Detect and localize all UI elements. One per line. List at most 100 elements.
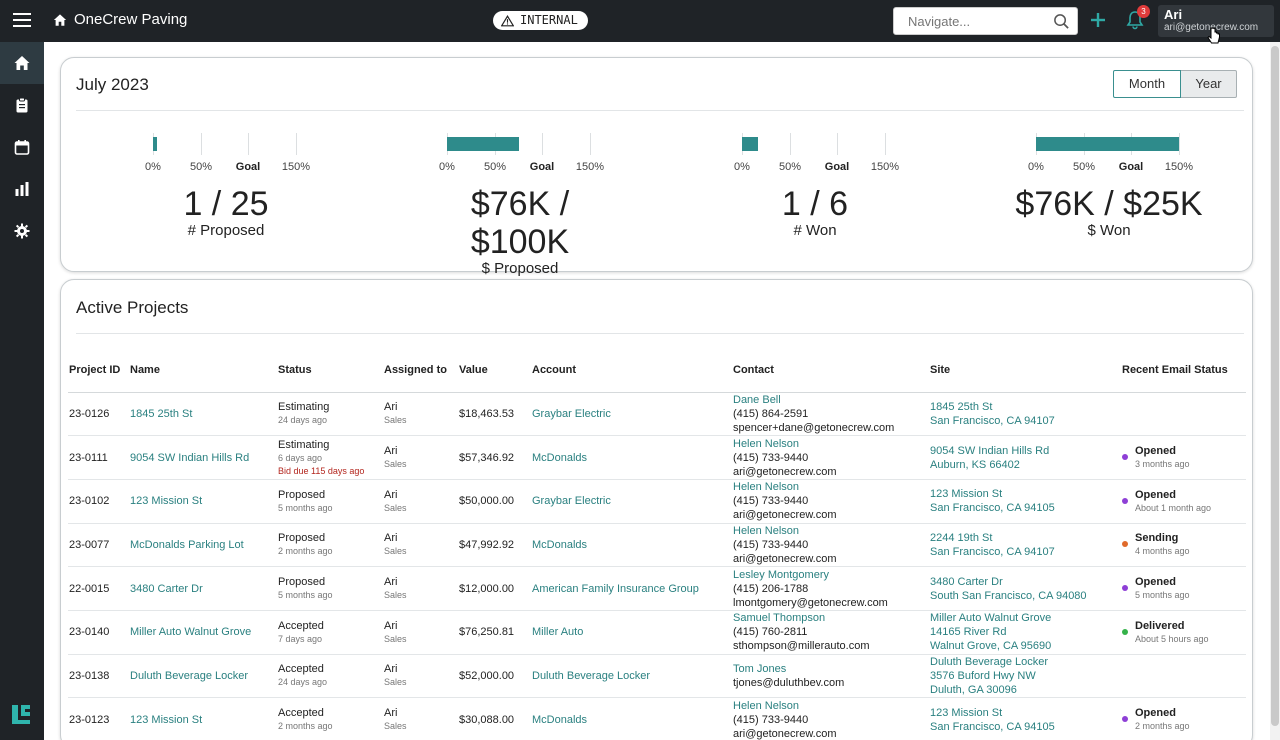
status-cell: Proposed 5 months ago [277, 566, 383, 611]
email-status-timestamp: 4 months ago [1135, 546, 1190, 557]
site-address-line[interactable]: Duluth Beverage Locker [930, 655, 1121, 669]
site-address-line[interactable]: 1845 25th St [930, 400, 1121, 414]
email-status-timestamp: About 1 month ago [1135, 502, 1212, 513]
add-icon[interactable] [1089, 11, 1107, 29]
status-label: Estimating [278, 439, 330, 452]
bar-chart-icon [15, 182, 29, 196]
contact-email: ari@getonecrew.com [733, 552, 837, 565]
account-link[interactable]: American Family Insurance Group [532, 583, 699, 595]
site-address-line[interactable]: 14165 River Rd [930, 625, 1121, 639]
contact-name-link[interactable]: Helen Nelson [733, 699, 929, 713]
project-name-link[interactable]: 3480 Carter Dr [130, 583, 203, 595]
contact-cell: Helen Nelson (415) 733-9440 ari@getonecrew… [732, 435, 929, 480]
notification-count-badge: 3 [1137, 5, 1150, 18]
project-name-link[interactable]: 1845 25th St [130, 408, 192, 420]
sidebar-item-settings[interactable] [0, 210, 44, 252]
project-name-link[interactable]: 123 Mission St [130, 714, 202, 726]
project-name-link[interactable]: 9054 SW Indian Hills Rd [130, 452, 249, 464]
month-toggle-button[interactable]: Month [1113, 70, 1181, 98]
assignee-role: Sales [384, 633, 407, 644]
sidebar-item-projects[interactable] [0, 84, 44, 126]
clipboard-icon [16, 97, 28, 113]
project-value: $52,000.00 [458, 654, 531, 699]
app-title[interactable]: OneCrew Paving [74, 11, 187, 28]
onecrew-logo-icon[interactable] [10, 702, 32, 726]
contact-name-link[interactable]: Helen Nelson [733, 524, 929, 538]
project-name-link[interactable]: Duluth Beverage Locker [130, 670, 248, 682]
project-name-link[interactable]: 123 Mission St [130, 495, 202, 507]
scrollbar-thumb[interactable] [1271, 46, 1279, 726]
search-icon[interactable] [1053, 13, 1070, 30]
contact-name-link[interactable]: Samuel Thompson [733, 611, 929, 625]
site-address-line[interactable]: 2244 19th St [930, 531, 1121, 545]
email-status-cell: Delivered About 5 hours ago [1121, 610, 1246, 655]
column-header: Name [129, 348, 277, 393]
site-address-line[interactable]: Walnut Grove, CA 95690 [930, 639, 1121, 653]
sidebar-item-home[interactable] [0, 42, 44, 84]
site-cell: 123 Mission St San Francisco, CA 94105 [929, 479, 1121, 524]
site-address-line[interactable]: 3576 Buford Hwy NW [930, 669, 1121, 683]
site-address-line[interactable]: South San Francisco, CA 94080 [930, 589, 1121, 603]
account-link[interactable]: McDonalds [532, 539, 587, 551]
contact-cell: Samuel Thompson (415) 760-2811 sthompson@m… [732, 610, 929, 655]
table-row[interactable]: 23-0138 Duluth Beverage Locker Accepted 24 … [68, 654, 1246, 699]
sidebar-item-calendar[interactable] [0, 126, 44, 168]
site-address-line[interactable]: 123 Mission St [930, 706, 1121, 720]
tick-label: 150% [575, 161, 605, 173]
account-cell: McDonalds [531, 697, 732, 740]
contact-name-link[interactable]: Helen Nelson [733, 437, 929, 451]
metric-value: 1 / 25 [183, 185, 269, 223]
contact-name-link[interactable]: Helen Nelson [733, 480, 929, 494]
account-link[interactable]: McDonalds [532, 714, 587, 726]
navigate-input[interactable] [894, 8, 1044, 34]
table-row[interactable]: 23-0126 1845 25th St Estimating 24 days ago… [68, 392, 1246, 437]
contact-name-link[interactable]: Tom Jones [733, 662, 929, 676]
column-header: Assigned to [383, 348, 458, 393]
site-address-line[interactable]: Auburn, KS 66402 [930, 458, 1121, 472]
menu-icon[interactable] [13, 13, 31, 29]
progress-fill [1036, 137, 1179, 151]
year-toggle-button[interactable]: Year [1181, 70, 1237, 98]
table-row[interactable]: 23-0140 Miller Auto Walnut Grove Accepted 7… [68, 610, 1246, 655]
project-name-link[interactable]: Miller Auto Walnut Grove [130, 626, 251, 638]
project-name-cell: McDonalds Parking Lot [129, 523, 277, 568]
account-link[interactable]: Graybar Electric [532, 495, 611, 507]
tick-label: Goal [235, 161, 261, 173]
site-address-line[interactable]: San Francisco, CA 94107 [930, 545, 1121, 559]
contact-name-link[interactable]: Lesley Montgomery [733, 568, 929, 582]
table-row[interactable]: 23-0123 123 Mission St Accepted 2 months ag… [68, 697, 1246, 740]
table-row[interactable]: 23-0111 9054 SW Indian Hills Rd Estimating… [68, 435, 1246, 480]
project-name-cell: 1845 25th St [129, 392, 277, 437]
progress-bar [1036, 133, 1180, 155]
sidebar-item-reports[interactable] [0, 168, 44, 210]
metric-1: 0% 50% Goal 150% 1 / 25 # Proposed [131, 133, 371, 239]
table-row[interactable]: 23-0077 McDonalds Parking Lot Proposed 2 mo… [68, 523, 1246, 568]
site-address-line[interactable]: Duluth, GA 30096 [930, 683, 1121, 697]
metric-label: $ Proposed [481, 260, 559, 277]
table-row[interactable]: 23-0102 123 Mission St Proposed 5 months ag… [68, 479, 1246, 524]
table-row[interactable]: 22-0015 3480 Carter Dr Proposed 5 months ag… [68, 566, 1246, 611]
account-link[interactable]: Graybar Electric [532, 408, 611, 420]
main-content: July 2023 Month Year 0% 50% Goal 150% 1 / 25… [44, 42, 1270, 740]
site-address-line[interactable]: 9054 SW Indian Hills Rd [930, 444, 1121, 458]
site-address-line[interactable]: Miller Auto Walnut Grove [930, 611, 1121, 625]
site-address-line[interactable]: 3480 Carter Dr [930, 575, 1121, 589]
account-link[interactable]: Duluth Beverage Locker [532, 670, 650, 682]
contact-phone: (415) 760-2811 [733, 626, 808, 639]
home-icon[interactable] [53, 13, 67, 27]
account-link[interactable]: Miller Auto [532, 626, 583, 638]
status-label: Proposed [278, 576, 326, 589]
site-address-line[interactable]: San Francisco, CA 94105 [930, 720, 1121, 734]
project-name-link[interactable]: McDonalds Parking Lot [130, 539, 244, 551]
contact-email: sthompson@millerauto.com [733, 640, 870, 653]
site-address-line[interactable]: San Francisco, CA 94105 [930, 501, 1121, 515]
assignee-name: Ari [384, 663, 398, 676]
status-cell: Proposed 5 months ago [277, 479, 383, 524]
site-cell: 1845 25th St San Francisco, CA 94107 [929, 392, 1121, 437]
site-address-line[interactable]: San Francisco, CA 94107 [930, 414, 1121, 428]
account-link[interactable]: McDonalds [532, 452, 587, 464]
tick-label: 150% [1164, 161, 1194, 173]
contact-name-link[interactable]: Dane Bell [733, 393, 929, 407]
site-address-line[interactable]: 123 Mission St [930, 487, 1121, 501]
email-status-label: Opened [1135, 707, 1176, 720]
